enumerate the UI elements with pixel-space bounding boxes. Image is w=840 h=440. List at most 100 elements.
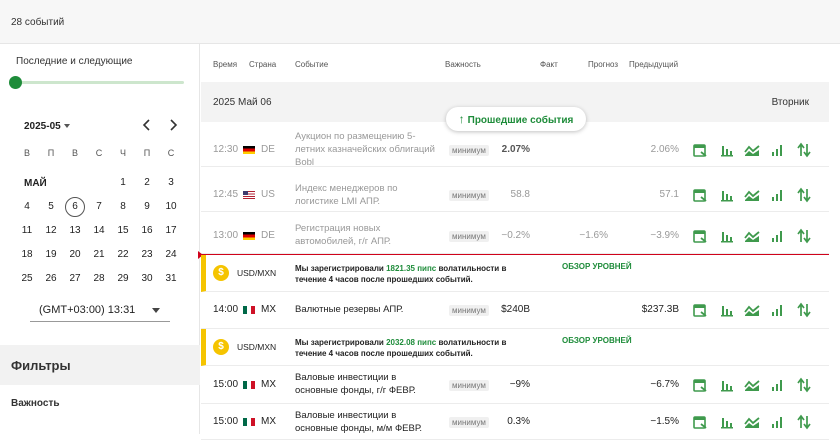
calendar-add-icon[interactable]	[692, 187, 708, 203]
events-table: Время Страна Событие Важность Факт Прогн…	[198, 44, 840, 440]
calendar-day[interactable]: 26	[41, 269, 61, 289]
bar-chart-icon[interactable]	[719, 377, 735, 393]
signal-bars-icon[interactable]	[769, 187, 785, 203]
calendar-day[interactable]: 27	[65, 269, 85, 289]
calendar-day[interactable]: 12	[41, 221, 61, 241]
calendar-day[interactable]: 3	[161, 173, 181, 193]
event-country: MX	[261, 304, 276, 315]
area-chart-icon[interactable]	[744, 377, 760, 393]
sort-arrows-icon[interactable]	[796, 377, 812, 393]
dollar-coin-icon: $	[213, 339, 229, 355]
importance-badge: минимум	[449, 145, 489, 156]
importance-badge: минимум	[449, 417, 489, 428]
timezone-select[interactable]: (GMT+03:00) 13:31	[30, 300, 170, 322]
event-title[interactable]: Валовые инвестиции в основные фонды, г/г…	[295, 371, 440, 397]
calendar-day[interactable]: 19	[41, 245, 61, 265]
levels-overview-link[interactable]: ОБЗОР УРОВНЕЙ	[562, 336, 632, 345]
calendar-day[interactable]: 21	[89, 245, 109, 265]
event-title[interactable]: Аукцион по размещению 5-летних казначейс…	[295, 130, 440, 169]
calendar-day[interactable]: 15	[113, 221, 133, 241]
event-title[interactable]: Индекс менеджеров по логистике LMI АПР.	[295, 182, 440, 208]
bar-chart-icon[interactable]	[719, 302, 735, 318]
calendar-day[interactable]: 28	[89, 269, 109, 289]
calendar-add-icon[interactable]	[692, 414, 708, 430]
area-chart-icon[interactable]	[744, 228, 760, 244]
area-chart-icon[interactable]	[744, 142, 760, 158]
table-row[interactable]: 14:00 MX Валютные резервы АПР. минимум $…	[201, 292, 829, 329]
chevron-right-icon	[170, 119, 178, 131]
calendar-day[interactable]: 17	[161, 221, 181, 241]
sort-arrows-icon[interactable]	[796, 142, 812, 158]
calendar-add-icon[interactable]	[692, 377, 708, 393]
event-previous: −6.7%	[650, 379, 679, 390]
calendar-day[interactable]: 1	[113, 173, 133, 193]
past-events-button[interactable]: ↑ Прошедшие события	[446, 107, 586, 131]
calendar-day-today[interactable]: 6	[65, 197, 85, 217]
event-title[interactable]: Валовые инвестиции в основные фонды, м/м…	[295, 409, 440, 435]
calendar-add-icon[interactable]	[692, 228, 708, 244]
calendar-day[interactable]: 18	[17, 245, 37, 265]
event-title[interactable]: Регистрация новых автомобилей, г/г АПР.	[295, 222, 440, 248]
calendar-day[interactable]: 11	[17, 221, 37, 241]
calendar-day[interactable]: 31	[161, 269, 181, 289]
bar-chart-icon[interactable]	[719, 228, 735, 244]
event-previous: 2.06%	[650, 144, 679, 155]
range-slider-thumb[interactable]	[9, 76, 22, 89]
calendar-day[interactable]: 23	[137, 245, 157, 265]
table-row[interactable]: 15:00 MX Валовые инвестиции в основные ф…	[201, 366, 829, 404]
calendar-day[interactable]: 13	[65, 221, 85, 241]
sort-arrows-icon[interactable]	[796, 228, 812, 244]
calendar-day[interactable]: 30	[137, 269, 157, 289]
levels-overview-link[interactable]: ОБЗОР УРОВНЕЙ	[562, 262, 632, 271]
event-title[interactable]: Валютные резервы АПР.	[295, 303, 440, 316]
event-fact: $240B	[501, 304, 530, 315]
signal-bars-icon[interactable]	[769, 414, 785, 430]
area-chart-icon[interactable]	[744, 187, 760, 203]
calendar-add-icon[interactable]	[692, 302, 708, 318]
signal-bars-icon[interactable]	[769, 228, 785, 244]
calendar-day[interactable]: 14	[89, 221, 109, 241]
calendar-day[interactable]: 24	[161, 245, 181, 265]
range-slider-track[interactable]	[16, 81, 184, 84]
event-fact: 2.07%	[501, 144, 530, 155]
flag-de-icon	[243, 146, 255, 154]
bar-chart-icon[interactable]	[719, 414, 735, 430]
month-select[interactable]: 2025-05	[24, 121, 70, 132]
importance-badge: минимум	[449, 380, 489, 391]
calendar-day[interactable]: 22	[113, 245, 133, 265]
sort-arrows-icon[interactable]	[796, 414, 812, 430]
signal-bars-icon[interactable]	[769, 377, 785, 393]
table-row[interactable]: 13:00 DE Регистрация новых автомобилей, …	[201, 212, 829, 254]
calendar-day[interactable]: 10	[161, 197, 181, 217]
calendar-day[interactable]: 29	[113, 269, 133, 289]
bar-chart-icon[interactable]	[719, 142, 735, 158]
calendar-day[interactable]: 25	[17, 269, 37, 289]
event-country: MX	[261, 416, 276, 427]
calendar-day[interactable]: 9	[137, 197, 157, 217]
signal-bars-icon[interactable]	[769, 142, 785, 158]
calendar-day[interactable]: 7	[89, 197, 109, 217]
calendar-add-icon[interactable]	[692, 142, 708, 158]
event-count: 28 событий	[11, 17, 65, 28]
sort-arrows-icon[interactable]	[796, 302, 812, 318]
calendar-day[interactable]: 20	[65, 245, 85, 265]
area-chart-icon[interactable]	[744, 302, 760, 318]
event-country: US	[261, 189, 275, 200]
calendar-day[interactable]: 5	[41, 197, 61, 217]
next-month-button[interactable]	[166, 118, 180, 132]
bar-chart-icon[interactable]	[719, 187, 735, 203]
calendar-day[interactable]: 4	[17, 197, 37, 217]
prev-month-button[interactable]	[140, 118, 154, 132]
table-row[interactable]: 12:45 US Индекс менеджеров по логистике …	[201, 167, 829, 212]
event-country: DE	[261, 144, 275, 155]
event-previous: $237.3B	[641, 304, 679, 315]
table-row[interactable]: 15:00 MX Валовые инвестиции в основные ф…	[201, 404, 829, 440]
sort-arrows-icon[interactable]	[796, 187, 812, 203]
signal-bars-icon[interactable]	[769, 302, 785, 318]
calendar-day[interactable]: 8	[113, 197, 133, 217]
calendar-day[interactable]: 2	[137, 173, 157, 193]
calendar-day[interactable]: 16	[137, 221, 157, 241]
weekday-header: С	[95, 148, 103, 158]
column-header-previous: Предыдущий	[629, 60, 679, 69]
area-chart-icon[interactable]	[744, 414, 760, 430]
